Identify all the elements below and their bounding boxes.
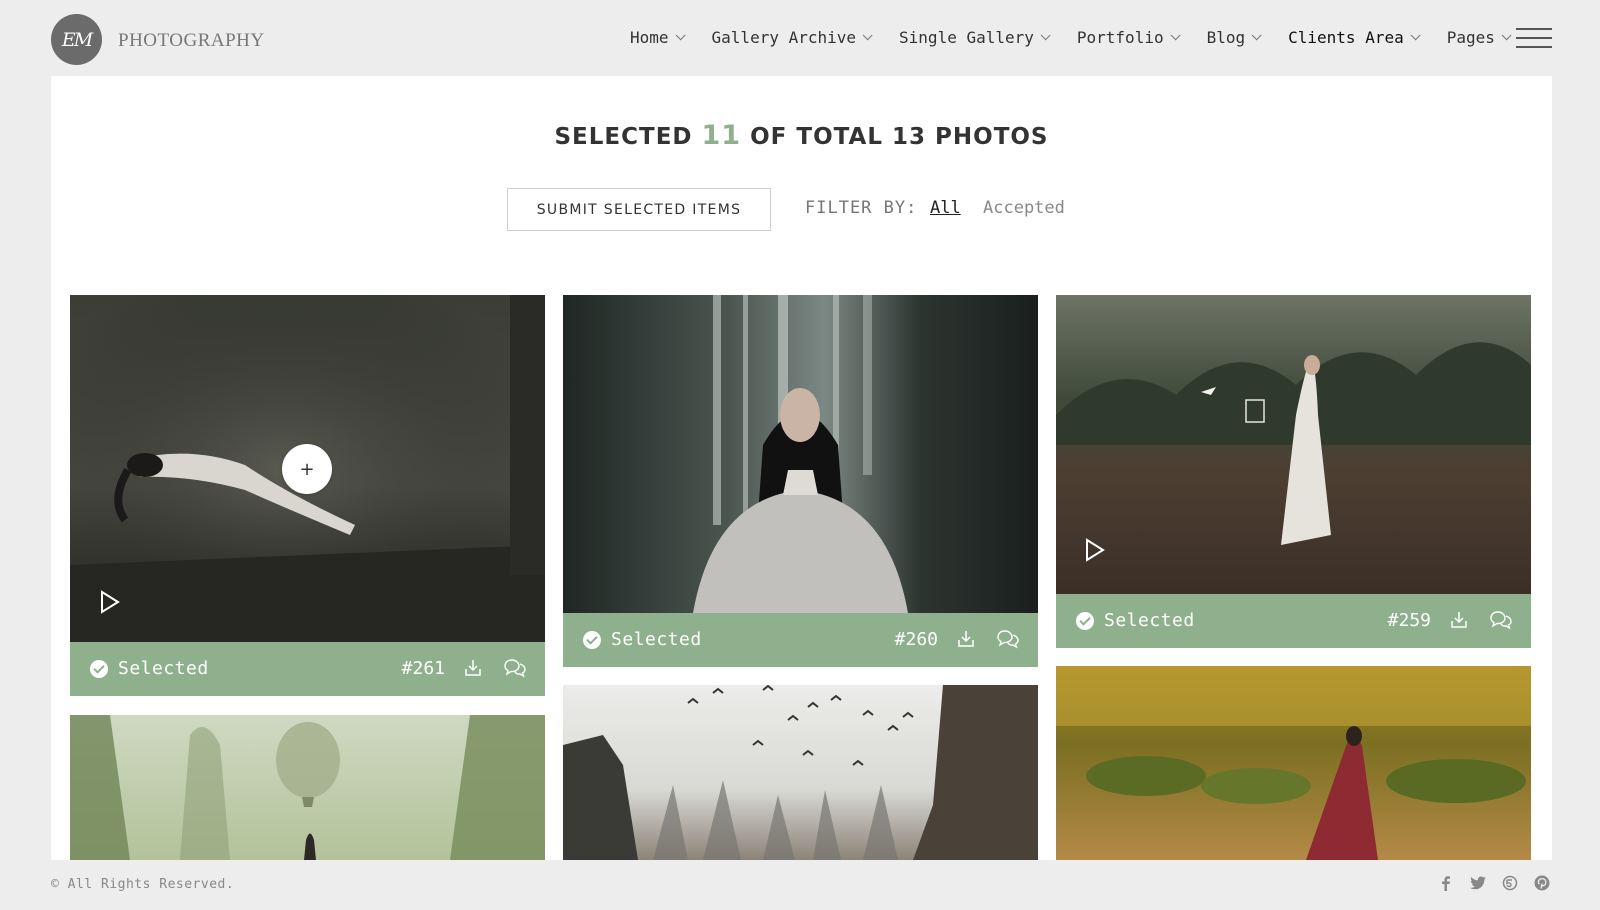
photo-image [1056, 666, 1531, 860]
photo-thumbnail[interactable] [70, 715, 545, 860]
selection-status: Selected [118, 658, 209, 679]
photo-thumbnail[interactable] [1056, 666, 1531, 860]
photo-card [563, 685, 1038, 860]
add-to-selection-button[interactable]: + [282, 444, 332, 494]
photo-card [70, 715, 545, 860]
chevron-down-icon [675, 30, 686, 41]
filter-label: FILTER BY: [805, 198, 918, 218]
total-count: 13 [892, 124, 927, 150]
nav-label: Home [630, 28, 669, 47]
chevron-down-icon [1170, 30, 1181, 41]
photo-image [563, 685, 1038, 860]
comment-icon[interactable] [503, 657, 527, 679]
nav-item-single-gallery[interactable]: Single Gallery [899, 28, 1051, 47]
check-icon[interactable] [90, 660, 108, 678]
filter-all-link[interactable]: All [930, 198, 961, 218]
selection-bar: Selected #259 [1056, 594, 1531, 648]
nav-label: Blog [1206, 28, 1246, 47]
play-icon[interactable] [99, 590, 121, 614]
logo-monogram[interactable]: EM [51, 14, 102, 65]
download-icon[interactable] [956, 629, 976, 649]
chevron-down-icon [1410, 30, 1421, 41]
photo-card [1056, 666, 1531, 860]
photo-image [1056, 295, 1531, 594]
client-selection-panel: SELECTED 11 OF TOTAL 13 PHOTOS SUBMIT SE… [51, 76, 1552, 860]
photo-card: Selected #259 [1056, 295, 1531, 648]
nav-item-pages[interactable]: Pages [1446, 28, 1512, 47]
selection-status: Selected [611, 629, 702, 650]
photo-card: Selected #260 [563, 295, 1038, 667]
pinterest-icon[interactable] [1533, 874, 1551, 892]
photo-card: + Selected #261 [70, 295, 545, 696]
nav-item-blog[interactable]: Blog [1206, 28, 1262, 47]
nav-item-clients-area[interactable]: Clients Area [1288, 28, 1421, 47]
nav-label: Clients Area [1288, 28, 1404, 47]
photo-id: #261 [401, 658, 445, 679]
selection-bar: Selected #261 [70, 642, 545, 696]
nav-label: Portfolio [1076, 28, 1164, 47]
footer-copyright: © All Rights Reserved. [51, 877, 235, 892]
nav-item-home[interactable]: Home [630, 28, 686, 47]
chevron-down-icon [1501, 30, 1512, 41]
page-title: SELECTED 11 OF TOTAL 13 PHOTOS [51, 120, 1552, 151]
title-suffix: PHOTOS [935, 124, 1049, 150]
nav-label: Single Gallery [899, 28, 1034, 47]
photo-id: #260 [894, 629, 938, 650]
500px-icon[interactable] [1501, 874, 1519, 892]
menu-hamburger-icon[interactable] [1516, 28, 1552, 48]
photo-image [70, 715, 545, 860]
filter-accepted-link[interactable]: Accepted [983, 198, 1065, 218]
play-icon[interactable] [1084, 538, 1106, 562]
photo-thumbnail[interactable] [563, 685, 1038, 860]
nav-item-portfolio[interactable]: Portfolio [1076, 28, 1181, 47]
photo-image [563, 295, 1038, 613]
nav-label: Pages [1446, 28, 1495, 47]
photo-id: #259 [1387, 610, 1431, 631]
check-icon[interactable] [1076, 612, 1094, 630]
download-icon[interactable] [1449, 610, 1469, 630]
title-prefix: SELECTED [554, 124, 693, 150]
twitter-icon[interactable] [1469, 874, 1487, 892]
selection-bar: Selected #260 [563, 613, 1038, 667]
nav-item-gallery-archive[interactable]: Gallery Archive [711, 28, 873, 47]
chevron-down-icon [862, 30, 873, 41]
chevron-down-icon [1251, 30, 1262, 41]
photo-thumbnail[interactable]: + [70, 295, 545, 642]
comment-icon[interactable] [996, 628, 1020, 650]
selection-status: Selected [1104, 610, 1195, 631]
nav-label: Gallery Archive [711, 28, 857, 47]
photo-thumbnail[interactable] [563, 295, 1038, 613]
main-nav: Home Gallery Archive Single Gallery Port… [630, 28, 1538, 47]
selected-count: 11 [701, 120, 742, 151]
social-links [1437, 874, 1551, 892]
logo-text[interactable]: PHOTOGRAPHY [118, 30, 265, 52]
facebook-icon[interactable] [1437, 874, 1455, 892]
title-middle: OF TOTAL [750, 124, 883, 150]
site-header: EM PHOTOGRAPHY Home Gallery Archive Sing… [0, 0, 1600, 76]
comment-icon[interactable] [1489, 609, 1513, 631]
submit-selected-button[interactable]: SUBMIT SELECTED ITEMS [507, 188, 771, 231]
photo-thumbnail[interactable] [1056, 295, 1531, 594]
download-icon[interactable] [463, 658, 483, 678]
chevron-down-icon [1040, 30, 1051, 41]
check-icon[interactable] [583, 631, 601, 649]
